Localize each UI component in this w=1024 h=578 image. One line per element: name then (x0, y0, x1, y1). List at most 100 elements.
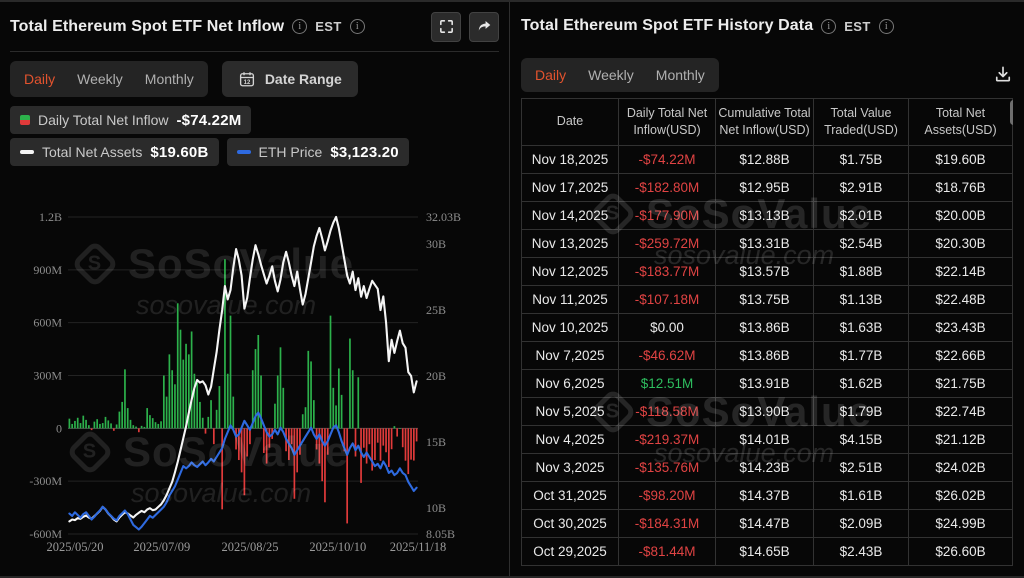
timezone-label: EST (844, 19, 870, 34)
table-row: Nov 10,2025$0.00$13.86B$1.63B$23.43B (522, 313, 1013, 341)
table-header-row: DateDaily Total Net Inflow(USD)Cumulativ… (522, 99, 1013, 146)
inflow-chart-canvas[interactable]: 1.2B900M600M300M0-300M-600M32.03B30B25B2… (10, 180, 500, 573)
value-cell: $1.62B (814, 369, 909, 397)
share-button[interactable] (469, 12, 499, 42)
period-tabs: Daily Weekly Monthly (10, 61, 208, 97)
date-range-button[interactable]: 12 Date Range (222, 61, 358, 97)
date-cell: Nov 3,2025 (522, 453, 619, 481)
value-cell: $2.51B (814, 453, 909, 481)
svg-text:-600M: -600M (29, 527, 62, 541)
scrollbar-thumb[interactable] (1010, 100, 1013, 125)
column-header: Total Net Assets(USD) (909, 99, 1013, 146)
info-icon[interactable]: i (879, 19, 894, 34)
date-cell: Nov 17,2025 (522, 173, 619, 201)
tab-weekly[interactable]: Weekly (588, 67, 634, 83)
date-cell: Nov 18,2025 (522, 145, 619, 173)
date-cell: Nov 7,2025 (522, 341, 619, 369)
tab-daily[interactable]: Daily (24, 71, 55, 87)
date-cell: Nov 13,2025 (522, 229, 619, 257)
value-cell: $14.23B (716, 453, 814, 481)
table-row: Oct 29,2025-$81.44M$14.65B$2.43B$26.60B (522, 537, 1013, 565)
value-cell: $20.30B (909, 229, 1013, 257)
svg-text:30B: 30B (426, 237, 446, 251)
value-cell: -$107.18M (619, 285, 716, 313)
page-title: Total Ethereum Spot ETF History Data (521, 17, 813, 35)
legend-label: ETH Price (259, 144, 323, 160)
legend-value: $3,123.20 (330, 144, 399, 161)
table-row: Nov 12,2025-$183.77M$13.57B$1.88B$22.14B (522, 257, 1013, 285)
column-header: Date (522, 99, 619, 146)
history-data-panel: Total Ethereum Spot ETF History Data i E… (510, 2, 1024, 576)
value-cell: -$81.44M (619, 537, 716, 565)
date-cell: Nov 14,2025 (522, 201, 619, 229)
date-cell: Nov 5,2025 (522, 397, 619, 425)
value-cell: $12.95B (716, 173, 814, 201)
value-cell: $2.54B (814, 229, 909, 257)
info-icon[interactable]: i (350, 19, 365, 34)
value-cell: $1.77B (814, 341, 909, 369)
tab-monthly[interactable]: Monthly (145, 71, 194, 87)
value-cell: $20.00B (909, 201, 1013, 229)
value-cell: $13.57B (716, 257, 814, 285)
column-header: Total Value Traded(USD) (814, 99, 909, 146)
table-row: Nov 3,2025-$135.76M$14.23B$2.51B$24.02B (522, 453, 1013, 481)
svg-text:2025/10/10: 2025/10/10 (309, 540, 366, 554)
value-cell: $12.88B (716, 145, 814, 173)
etf-dashboard: Total Ethereum Spot ETF Net Inflow i EST… (0, 0, 1024, 578)
svg-text:15B: 15B (426, 435, 446, 449)
fullscreen-icon (438, 18, 455, 35)
tab-monthly[interactable]: Monthly (656, 67, 705, 83)
value-cell: $1.13B (814, 285, 909, 313)
history-header: Total Ethereum Spot ETF History Data i E… (521, 2, 1013, 50)
svg-text:1.2B: 1.2B (39, 210, 62, 224)
value-cell: $22.74B (909, 397, 1013, 425)
value-cell: $14.01B (716, 425, 814, 453)
table-row: Nov 7,2025-$46.62M$13.86B$1.77B$22.66B (522, 341, 1013, 369)
value-cell: $21.12B (909, 425, 1013, 453)
blue-dash-swatch-icon (237, 150, 251, 154)
date-cell: Oct 29,2025 (522, 537, 619, 565)
fullscreen-button[interactable] (431, 12, 461, 42)
chart-controls: Daily Weekly Monthly 12 Date Range (10, 61, 499, 97)
value-cell: $13.86B (716, 341, 814, 369)
legend-total-net-assets[interactable]: Total Net Assets $19.60B (10, 138, 219, 166)
inflow-chart[interactable]: 1.2B900M600M300M0-300M-600M32.03B30B25B2… (10, 180, 499, 576)
tab-daily[interactable]: Daily (535, 67, 566, 83)
value-cell: $13.86B (716, 313, 814, 341)
tab-weekly[interactable]: Weekly (77, 71, 123, 87)
info-icon[interactable]: i (292, 19, 307, 34)
table-row: Nov 5,2025-$118.58M$13.90B$1.79B$22.74B (522, 397, 1013, 425)
value-cell: $18.76B (909, 173, 1013, 201)
legend-value: -$74.22M (176, 112, 241, 129)
date-cell: Nov 12,2025 (522, 257, 619, 285)
svg-text:2025/11/18: 2025/11/18 (390, 540, 446, 554)
value-cell: -$118.58M (619, 397, 716, 425)
value-cell: -$219.37M (619, 425, 716, 453)
value-cell: -$98.20M (619, 481, 716, 509)
legend-daily-net-inflow[interactable]: Daily Total Net Inflow -$74.22M (10, 106, 251, 134)
value-cell: $13.31B (716, 229, 814, 257)
timezone-label: EST (315, 19, 341, 34)
value-cell: -$46.62M (619, 341, 716, 369)
svg-text:25B: 25B (426, 303, 446, 317)
page-title: Total Ethereum Spot ETF Net Inflow (10, 18, 284, 36)
svg-text:2025/07/09: 2025/07/09 (133, 540, 190, 554)
download-button[interactable] (993, 64, 1013, 87)
history-table-wrap[interactable]: DateDaily Total Net Inflow(USD)Cumulativ… (521, 98, 1013, 576)
svg-text:10B: 10B (426, 501, 446, 515)
net-inflow-header: Total Ethereum Spot ETF Net Inflow i EST… (10, 2, 499, 52)
info-icon[interactable]: i (821, 19, 836, 34)
value-cell: $2.91B (814, 173, 909, 201)
legend-eth-price[interactable]: ETH Price $3,123.20 (227, 138, 409, 166)
period-tabs: Daily Weekly Monthly (521, 58, 719, 92)
svg-text:32.03B: 32.03B (426, 210, 461, 224)
value-cell: $13.75B (716, 285, 814, 313)
svg-text:900M: 900M (33, 263, 62, 277)
table-row: Nov 17,2025-$182.80M$12.95B$2.91B$18.76B (522, 173, 1013, 201)
value-cell: -$135.76M (619, 453, 716, 481)
share-icon (476, 18, 493, 35)
value-cell: $1.88B (814, 257, 909, 285)
value-cell: $1.75B (814, 145, 909, 173)
value-cell: -$184.31M (619, 509, 716, 537)
value-cell: $14.65B (716, 537, 814, 565)
